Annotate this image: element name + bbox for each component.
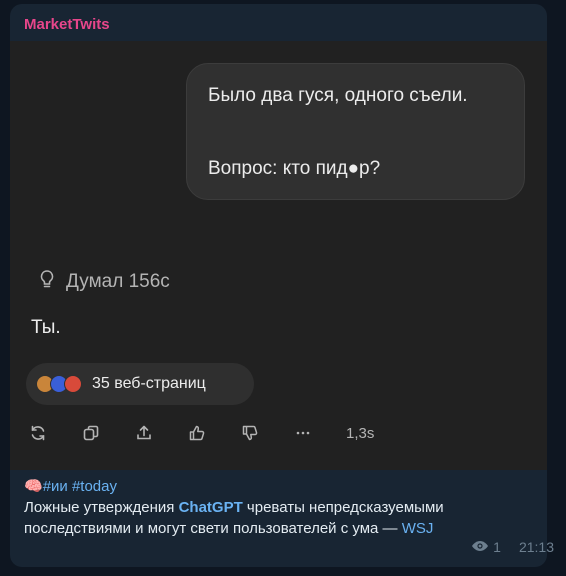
source-favicons — [36, 375, 84, 393]
screenshot-image[interactable]: Было два гуся, одного съели. Вопрос: кто… — [10, 41, 547, 470]
assistant-answer: Ты. — [31, 317, 61, 338]
channel-name[interactable]: MarketTwits — [24, 16, 110, 33]
post-tags-line: 🧠#ии #today — [24, 476, 539, 497]
user-message-line-1: Было два гуся, одного съели. — [208, 85, 468, 106]
thumbs-down-icon — [240, 423, 260, 443]
thought-indicator: Думал 156с — [38, 269, 170, 295]
thumbs-up-icon — [187, 423, 207, 443]
user-message-line-2: Вопрос: кто пид●р? — [208, 158, 381, 179]
response-duration: 1,3s — [346, 424, 375, 442]
share-icon — [134, 423, 154, 443]
wsj-link[interactable]: WSJ — [402, 520, 434, 537]
more-icon — [293, 423, 313, 443]
lightbulb-icon — [38, 269, 56, 295]
view-count: 1 — [493, 539, 501, 555]
message-actions: 1,3s — [28, 421, 374, 445]
hashtags[interactable]: #ии #today — [43, 478, 117, 495]
sources-label: 35 веб-страниц — [92, 375, 206, 392]
copy-icon — [81, 423, 101, 443]
post-text-part: Ложные утверждения — [24, 499, 179, 516]
source-favicon — [64, 375, 82, 393]
eye-icon — [471, 539, 489, 555]
message-bubble: MarketTwits Было два гуся, одного съели.… — [10, 4, 547, 567]
brain-icon: 🧠 — [24, 478, 43, 495]
thought-label: Думал 156с — [66, 271, 170, 292]
user-message: Было два гуся, одного съели. Вопрос: кто… — [186, 63, 525, 200]
post-text: Ложные утверждения ChatGPT чреваты непре… — [24, 497, 539, 539]
post-caption: 🧠#ии #today Ложные утверждения ChatGPT ч… — [24, 476, 539, 539]
message-time: 21:13 — [518, 539, 554, 555]
sources-button: 35 веб-страниц — [26, 363, 254, 405]
refresh-icon — [28, 423, 48, 443]
chatgpt-link[interactable]: ChatGPT — [179, 499, 243, 516]
message-meta: 1 21:13 — [471, 539, 554, 555]
